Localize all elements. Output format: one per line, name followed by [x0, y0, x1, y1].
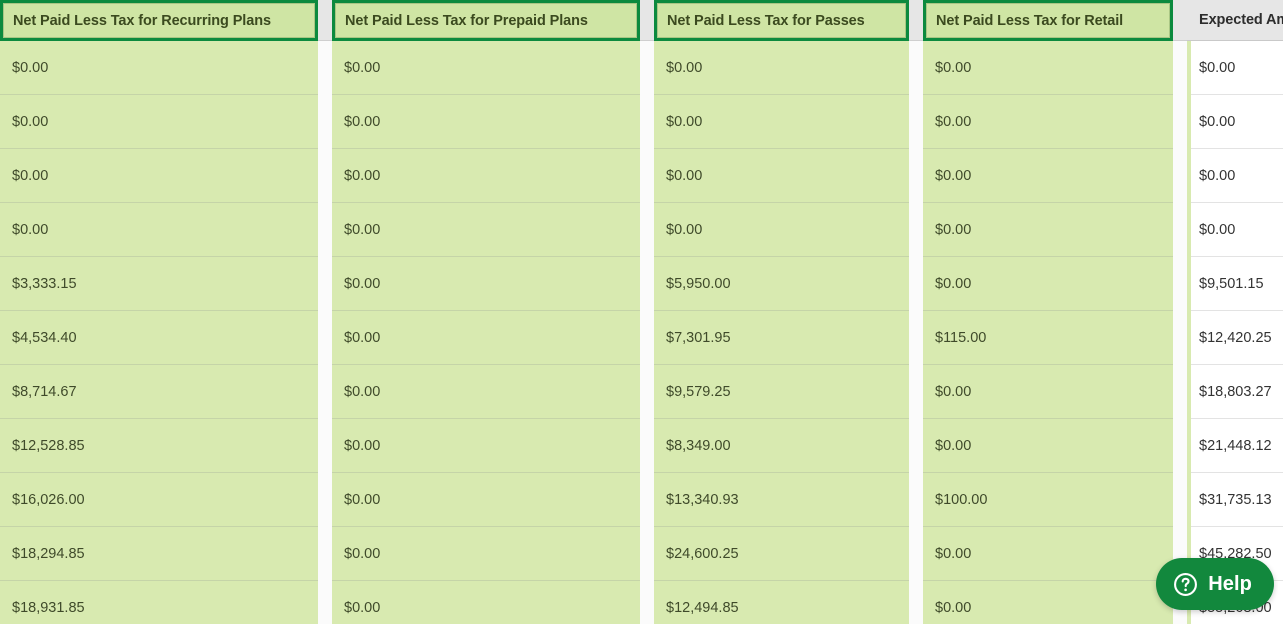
column-gap-body	[909, 41, 923, 624]
column-gap-header	[318, 0, 332, 41]
table-cell[interactable]: $115.00	[923, 311, 1173, 365]
table-cell[interactable]: $18,803.27	[1187, 365, 1283, 419]
table-cell[interactable]: $0.00	[332, 257, 640, 311]
table-cell[interactable]: $0.00	[1187, 203, 1283, 257]
table-cell[interactable]: $9,579.25	[654, 365, 909, 419]
column-header-inner: Net Paid Less Tax for Retail	[926, 3, 1170, 38]
column-gap-body	[640, 41, 654, 624]
column-header-inner: Net Paid Less Tax for Recurring Plans	[3, 3, 315, 38]
table-cell[interactable]: $8,349.00	[654, 419, 909, 473]
table-cell[interactable]: $12,528.85	[0, 419, 318, 473]
table-cell[interactable]: $0.00	[332, 581, 640, 624]
table-cell[interactable]: $0.00	[332, 41, 640, 95]
help-button-label: Help	[1208, 572, 1252, 595]
table-cell[interactable]: $0.00	[923, 149, 1173, 203]
table-cell[interactable]: $18,931.85	[0, 581, 318, 624]
table-cell[interactable]: $0.00	[1187, 95, 1283, 149]
column-body: $0.00 $0.00 $0.00 $0.00 $0.00 $0.00 $0.00 $0.00…	[332, 41, 640, 624]
column-gap	[1173, 0, 1187, 624]
table-cell[interactable]: $8,714.67	[0, 365, 318, 419]
column-header[interactable]: Net Paid Less Tax for Passes	[654, 0, 909, 41]
table-cell[interactable]: $0.00	[332, 203, 640, 257]
table-cell[interactable]: $100.00	[923, 473, 1173, 527]
column-header-label: Net Paid Less Tax for Retail	[936, 12, 1124, 29]
table-cell[interactable]: $0.00	[654, 203, 909, 257]
table-cell[interactable]: $9,501.15	[1187, 257, 1283, 311]
table-cell[interactable]: $0.00	[332, 473, 640, 527]
table-cell[interactable]: $0.00	[923, 581, 1173, 624]
column-header-label: Net Paid Less Tax for Passes	[667, 12, 865, 29]
column-header[interactable]: Expected Amou	[1187, 0, 1283, 41]
table-cell[interactable]: $0.00	[332, 365, 640, 419]
table-cell[interactable]: $24,600.25	[654, 527, 909, 581]
table-column[interactable]: Net Paid Less Tax for Recurring Plans $0.…	[0, 0, 318, 624]
table-cell[interactable]: $5,950.00	[654, 257, 909, 311]
table-cell[interactable]: $0.00	[1187, 149, 1283, 203]
column-header-label: Net Paid Less Tax for Recurring Plans	[13, 12, 271, 29]
table-cell[interactable]: $0.00	[332, 419, 640, 473]
column-accent-strip	[1187, 41, 1191, 624]
column-gap-header	[640, 0, 654, 41]
table-column[interactable]: Net Paid Less Tax for Retail $0.00 $0.00 $0…	[923, 0, 1173, 624]
table-cell[interactable]: $0.00	[654, 95, 909, 149]
column-header[interactable]: Net Paid Less Tax for Prepaid Plans	[332, 0, 640, 41]
column-body: $0.00 $0.00 $0.00 $0.00 $3,333.15 $4,534.40 $8…	[0, 41, 318, 624]
table-cell[interactable]: $18,294.85	[0, 527, 318, 581]
table-cell[interactable]: $0.00	[654, 41, 909, 95]
table-cell[interactable]: $0.00	[923, 365, 1173, 419]
table-cell[interactable]: $0.00	[923, 527, 1173, 581]
column-header[interactable]: Net Paid Less Tax for Recurring Plans	[0, 0, 318, 41]
table-cell[interactable]: $0.00	[0, 95, 318, 149]
table-cell[interactable]: $0.00	[0, 203, 318, 257]
column-header-label: Net Paid Less Tax for Prepaid Plans	[345, 12, 588, 29]
help-button[interactable]: Help	[1156, 558, 1274, 610]
column-gap-header	[909, 0, 923, 41]
table-cell[interactable]: $12,494.85	[654, 581, 909, 624]
column-body: $0.00 $0.00 $0.00 $0.00 $9,501.15 $12,420.25 $…	[1187, 41, 1283, 624]
table-cell[interactable]: $0.00	[923, 95, 1173, 149]
table-column[interactable]: Expected Amou$0.00$0.00$0.00$0.00$9,501.…	[1187, 0, 1283, 624]
column-header-label: Expected Amou	[1199, 12, 1283, 28]
column-body: $0.00 $0.00 $0.00 $0.00 $5,950.00 $7,301.95 $9…	[654, 41, 909, 624]
table-cell[interactable]: $0.00	[923, 41, 1173, 95]
table-cell[interactable]: $4,534.40	[0, 311, 318, 365]
column-gap-body	[318, 41, 332, 624]
column-gap-body	[1173, 41, 1187, 624]
column-gap	[318, 0, 332, 624]
data-grid: Net Paid Less Tax for Recurring Plans $0.…	[0, 0, 1283, 624]
column-gap-header	[1173, 0, 1187, 41]
table-cell[interactable]: $13,340.93	[654, 473, 909, 527]
table-cell[interactable]: $0.00	[923, 203, 1173, 257]
table-cell[interactable]: $0.00	[332, 95, 640, 149]
table-cell[interactable]: $31,735.13	[1187, 473, 1283, 527]
table-column[interactable]: Net Paid Less Tax for Passes $0.00 $0.00 $0…	[654, 0, 909, 624]
table-cell[interactable]: $3,333.15	[0, 257, 318, 311]
table-cell[interactable]: $0.00	[654, 149, 909, 203]
table-viewport: Net Paid Less Tax for Recurring Plans $0.…	[0, 0, 1283, 624]
column-header[interactable]: Net Paid Less Tax for Retail	[923, 0, 1173, 41]
table-cell[interactable]: $0.00	[923, 419, 1173, 473]
table-cell[interactable]: $21,448.12	[1187, 419, 1283, 473]
column-header-inner: Net Paid Less Tax for Prepaid Plans	[335, 3, 637, 38]
table-cell[interactable]: $0.00	[0, 149, 318, 203]
column-gap	[640, 0, 654, 624]
table-cell[interactable]: $0.00	[0, 41, 318, 95]
table-cell[interactable]: $7,301.95	[654, 311, 909, 365]
table-cell[interactable]: $0.00	[332, 527, 640, 581]
column-gap	[909, 0, 923, 624]
table-cell[interactable]: $16,026.00	[0, 473, 318, 527]
table-cell[interactable]: $0.00	[332, 149, 640, 203]
table-cell[interactable]: $12,420.25	[1187, 311, 1283, 365]
table-cell[interactable]: $0.00	[332, 311, 640, 365]
table-column[interactable]: Net Paid Less Tax for Prepaid Plans $0.00…	[332, 0, 640, 624]
table-cell[interactable]: $0.00	[923, 257, 1173, 311]
column-body: $0.00 $0.00 $0.00 $0.00 $0.00 $115.00 $0.00 $0.…	[923, 41, 1173, 624]
question-mark-circle-icon	[1174, 572, 1198, 596]
table-cell[interactable]: $0.00	[1187, 41, 1283, 95]
column-header-inner: Net Paid Less Tax for Passes	[657, 3, 906, 38]
